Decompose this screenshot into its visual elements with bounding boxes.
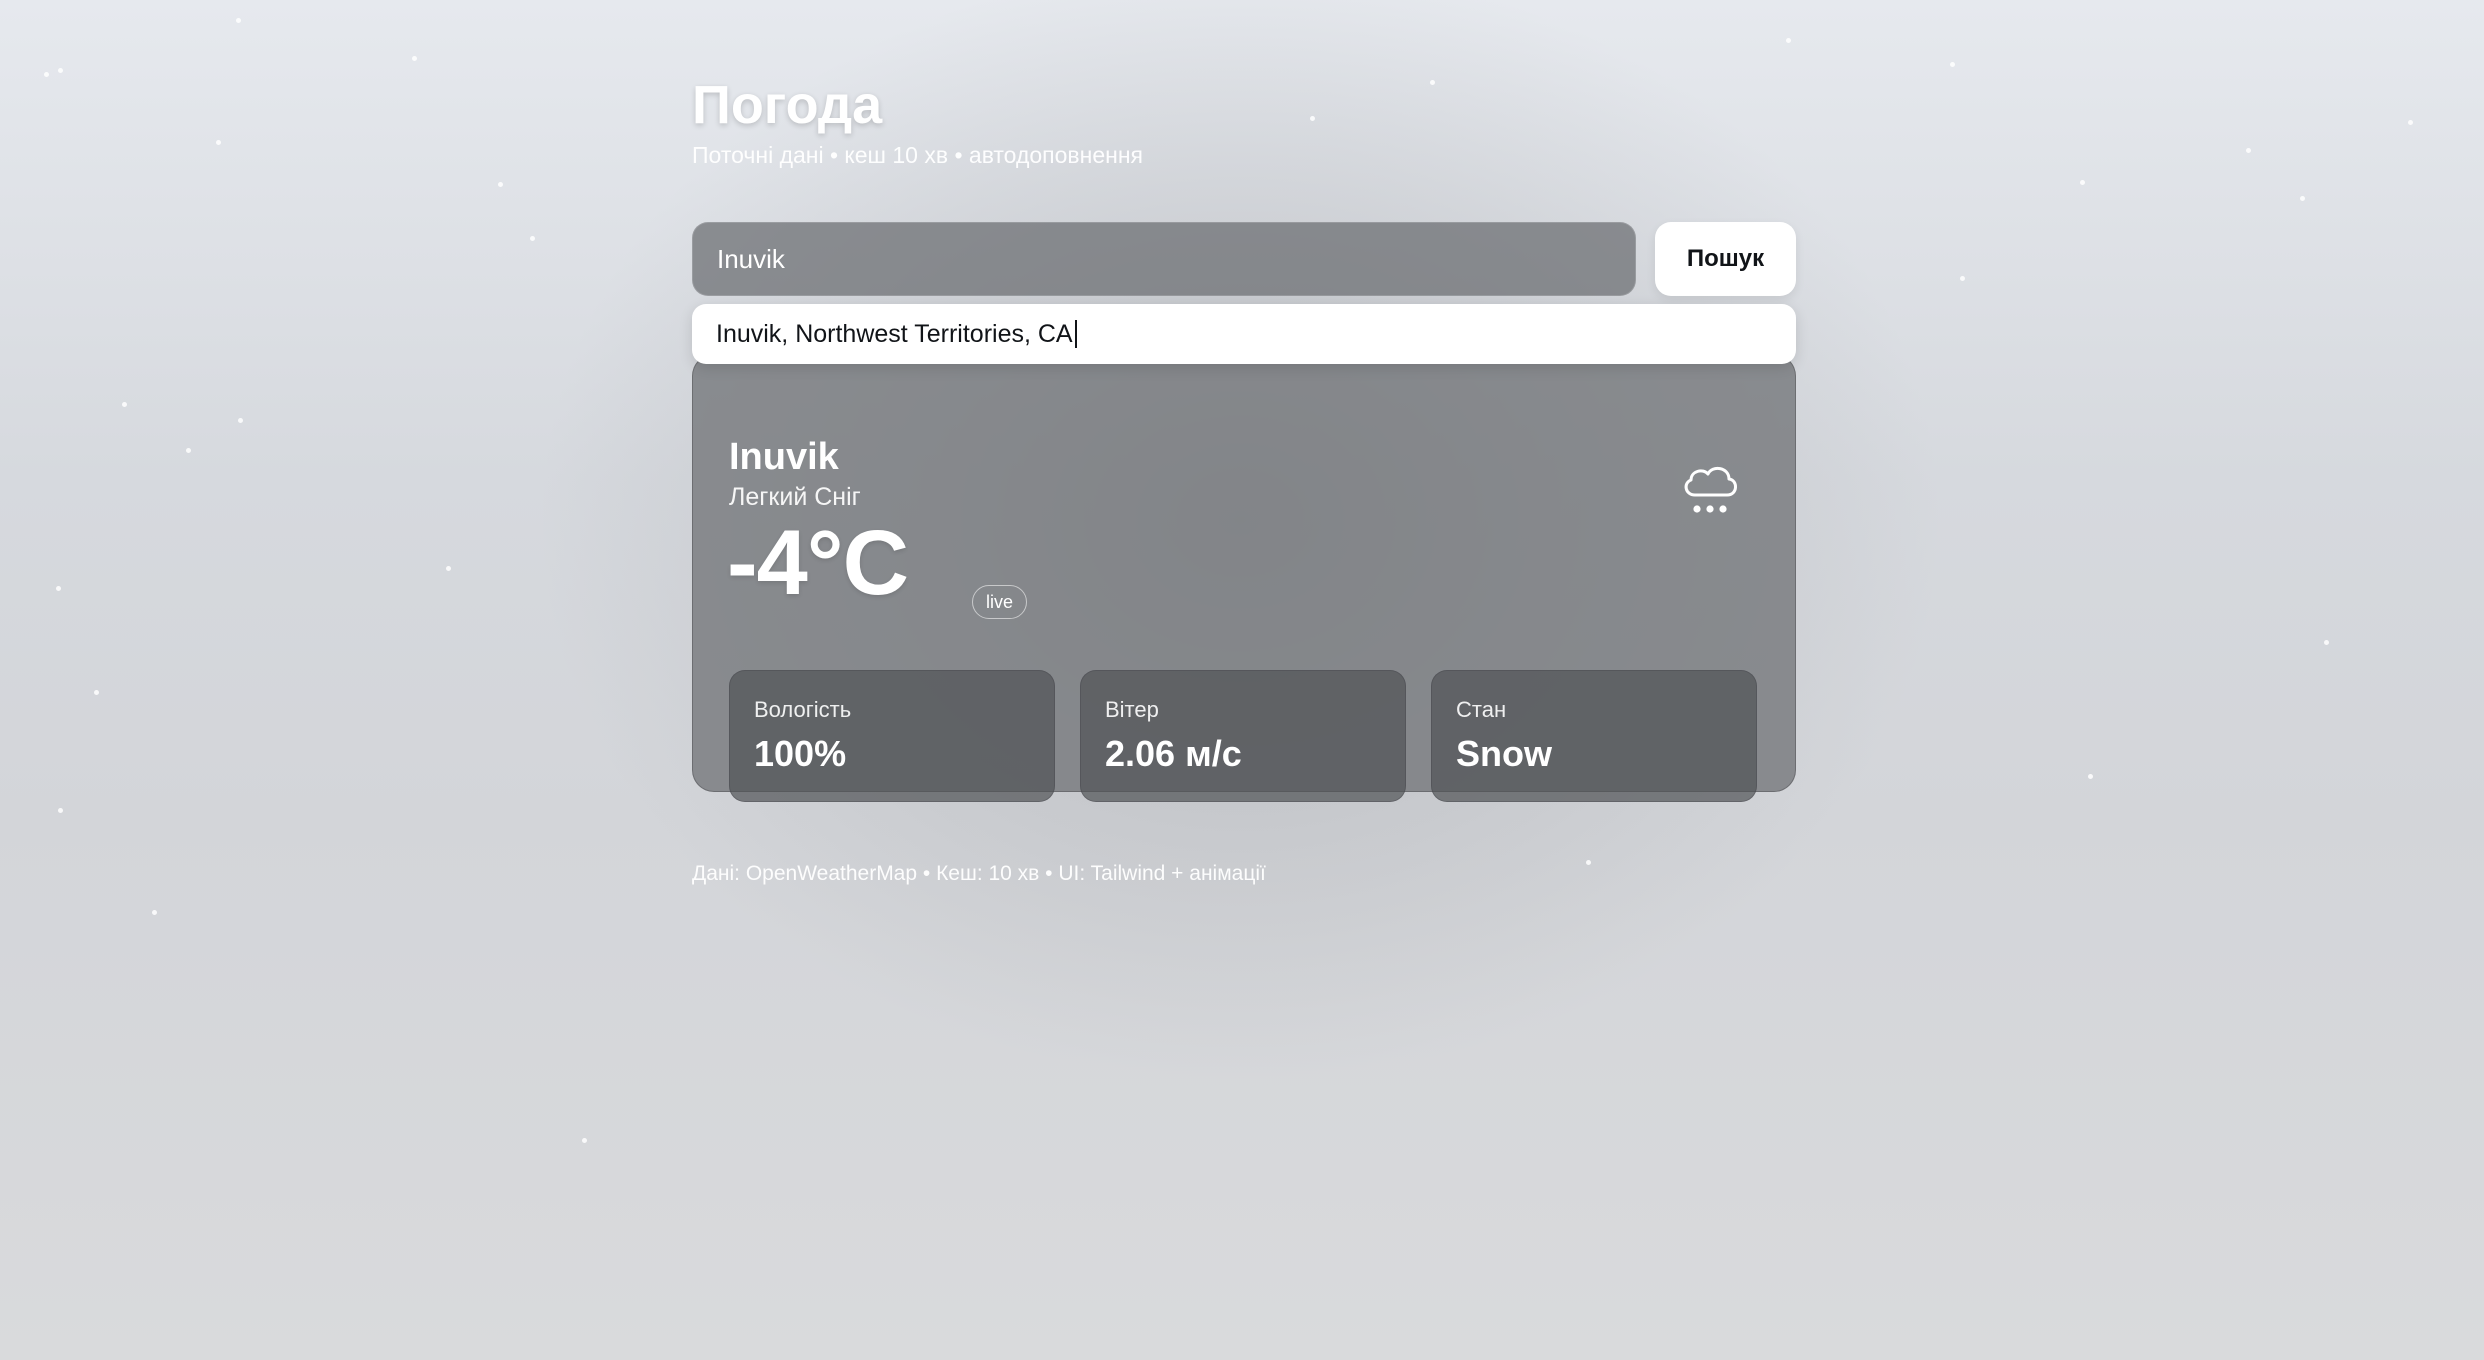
snow-particle xyxy=(122,402,127,407)
snow-particle xyxy=(58,68,63,73)
search-button[interactable]: Пошук xyxy=(1655,222,1796,296)
snow-particle xyxy=(2246,148,2251,153)
suggestion-text: Inuvik, Northwest Territories, CA xyxy=(716,319,1073,348)
weather-app: Погода Поточні дані • кеш 10 хв • автодо… xyxy=(692,74,1796,885)
wind-stat: Вітер 2.06 м/с xyxy=(1080,670,1406,802)
stat-value: Snow xyxy=(1456,733,1552,774)
snow-particle xyxy=(1960,276,1965,281)
snow-particle xyxy=(1786,38,1791,43)
snow-particle xyxy=(186,448,191,453)
snow-particle xyxy=(530,236,535,241)
stat-value: 100% xyxy=(754,733,847,774)
weather-card: Inuvik Легкий Сніг -4°C live Вологість 1… xyxy=(692,354,1796,802)
snow-particle xyxy=(2300,196,2305,201)
stat-label: Вологість xyxy=(754,697,852,722)
snow-cloud-icon xyxy=(1684,466,1737,513)
search-input-value: Inuvik xyxy=(717,243,785,274)
condition-stat: Стан Snow xyxy=(1431,670,1757,802)
snow-particle xyxy=(2324,640,2329,645)
footer-credits: Дані: OpenWeatherMap • Кеш: 10 хв • UI: … xyxy=(692,862,1266,885)
snow-particle xyxy=(94,690,99,695)
snow-particle xyxy=(238,418,243,423)
snow-particle xyxy=(216,140,221,145)
snow-particle xyxy=(152,910,157,915)
snow-particle xyxy=(498,182,503,187)
snow-particle xyxy=(446,566,451,571)
temperature: -4°C xyxy=(727,512,909,614)
humidity-stat: Вологість 100% xyxy=(729,670,1055,802)
snow-particle xyxy=(56,586,61,591)
page-subtitle: Поточні дані • кеш 10 хв • автодоповненн… xyxy=(692,142,1143,168)
snow-particle xyxy=(2080,180,2085,185)
snow-particle xyxy=(1586,860,1591,865)
text-caret xyxy=(1074,320,1077,348)
city-name: Inuvik xyxy=(729,436,839,478)
page-title: Погода xyxy=(692,75,883,135)
autocomplete-suggestion[interactable]: Inuvik, Northwest Territories, CA xyxy=(692,304,1796,364)
snow-particle xyxy=(582,1138,587,1143)
search-bar: Inuvik Пошук xyxy=(692,222,1796,296)
live-badge: live xyxy=(972,585,1028,619)
snow-particle xyxy=(58,808,63,813)
stat-value: 2.06 м/с xyxy=(1105,733,1242,774)
snow-particle xyxy=(2088,774,2093,779)
snow-particle xyxy=(236,18,241,23)
snow-particle xyxy=(44,72,49,77)
stat-label: Стан xyxy=(1456,697,1507,722)
snow-particle xyxy=(2408,120,2413,125)
stat-label: Вітер xyxy=(1105,697,1159,722)
snow-particle xyxy=(1950,62,1955,67)
city-search-input[interactable]: Inuvik xyxy=(692,222,1636,296)
snow-particle xyxy=(412,56,417,61)
